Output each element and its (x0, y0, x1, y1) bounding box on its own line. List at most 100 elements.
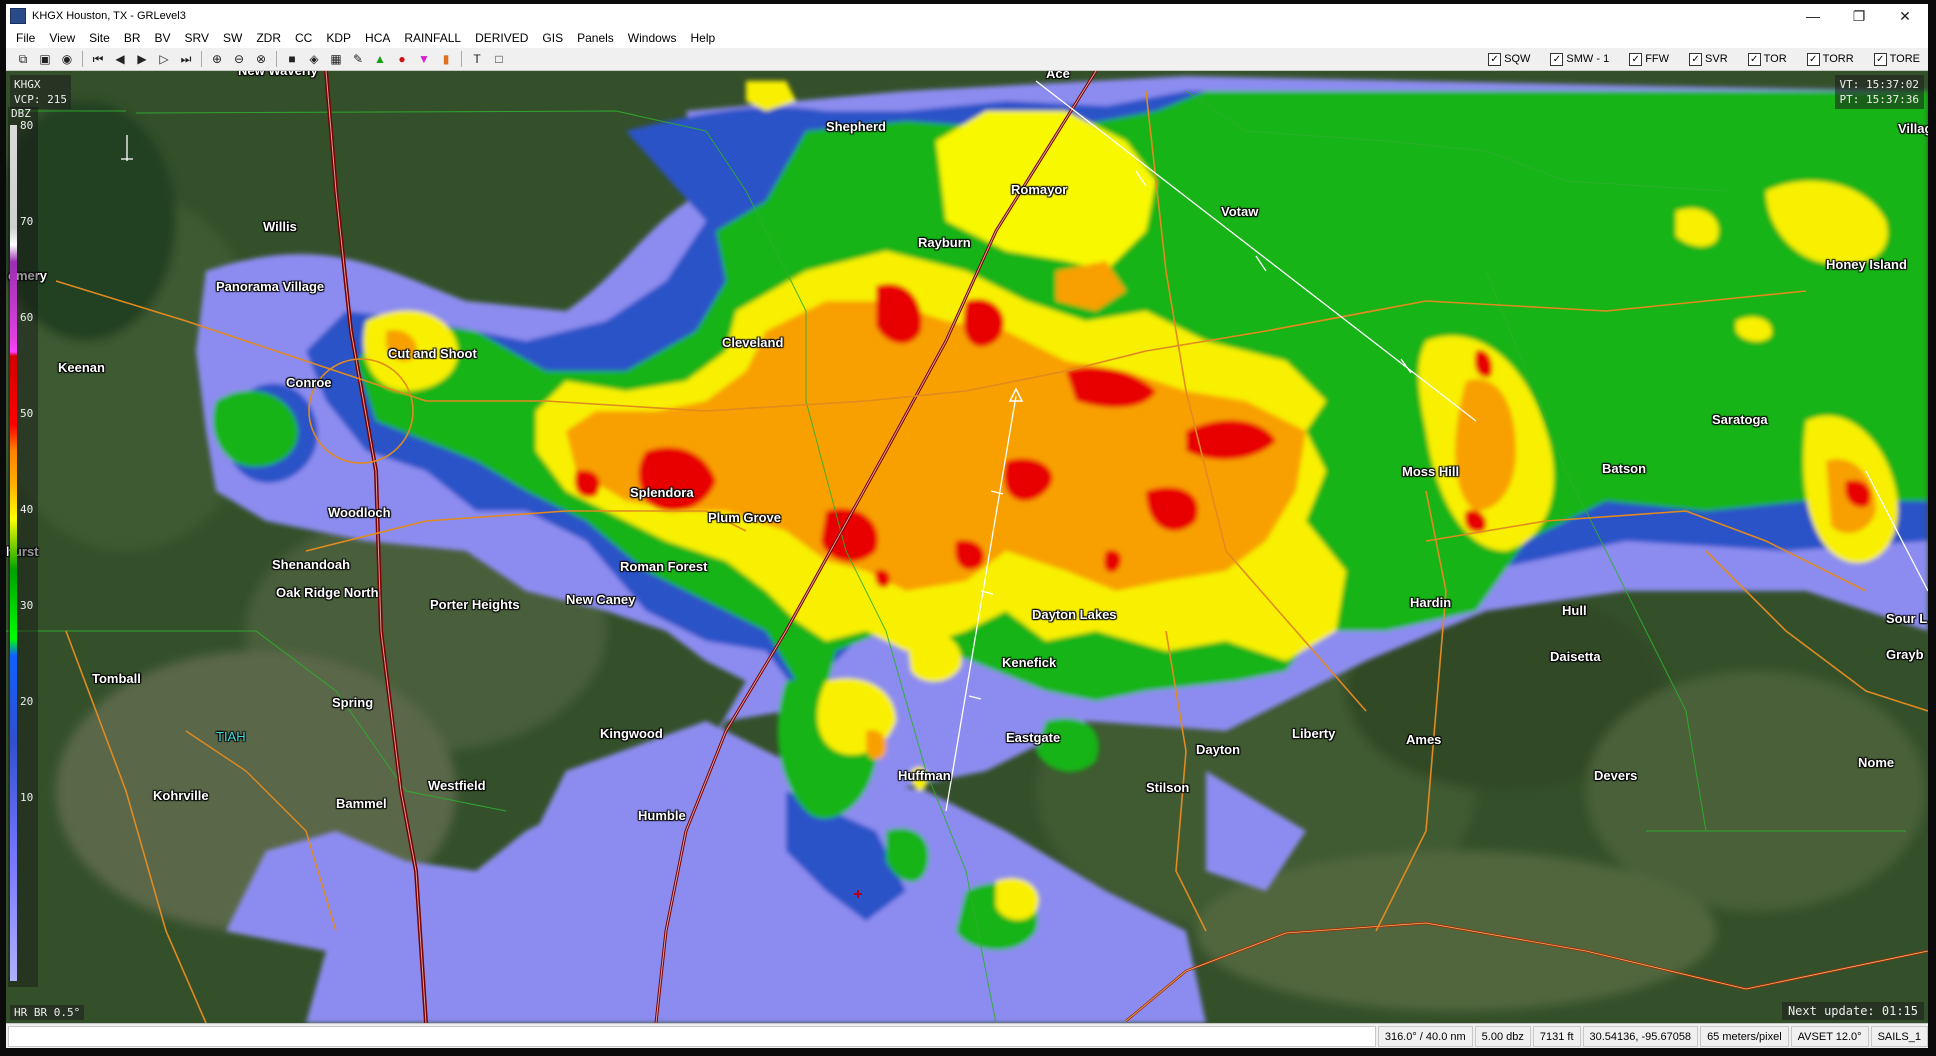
place-label-splendora: Splendora (630, 485, 694, 500)
place-label-willis: Willis (263, 219, 297, 234)
legend-tick: 30 (20, 599, 34, 612)
menu-br[interactable]: BR (118, 31, 149, 45)
toggle-sqw[interactable]: ✓ SQW (1488, 52, 1530, 66)
checkbox[interactable]: ✓ (1629, 52, 1643, 66)
first-frame-button[interactable]: ⏮ (88, 50, 108, 68)
checkbox[interactable]: ✓ (1873, 52, 1887, 66)
menu-zdr[interactable]: ZDR (250, 31, 289, 45)
menu-site[interactable]: Site (83, 31, 118, 45)
menu-cc[interactable]: CC (289, 31, 320, 45)
zoom-in-button[interactable]: ⊕ (207, 50, 227, 68)
legend-tick: 80 (20, 119, 34, 132)
paste-button[interactable]: ▣ (35, 50, 55, 68)
box-icon: □ (495, 52, 503, 66)
menu-sw[interactable]: SW (217, 31, 250, 45)
place-label-cut-and-shoot: Cut and Shoot (388, 346, 477, 361)
last-frame-button[interactable]: ⏭ (176, 50, 196, 68)
close-button[interactable]: ✕ (1882, 4, 1928, 28)
prev-frame-icon: ◀ (115, 52, 125, 66)
menu-view[interactable]: View (43, 31, 83, 45)
toggle-tor[interactable]: ✓ TOR (1747, 52, 1787, 66)
maximize-button[interactable]: ❐ (1836, 4, 1882, 28)
place-label-dayton: Dayton (1196, 742, 1241, 757)
menu-panels[interactable]: Panels (571, 31, 622, 45)
box-button[interactable]: □ (489, 50, 509, 68)
place-label-shepherd: Shepherd (826, 119, 886, 134)
zoom-out-button[interactable]: ⊖ (229, 50, 249, 68)
valid-time: VT: 15:37:02 (1839, 78, 1919, 91)
place-label-rayburn: Rayburn (918, 235, 971, 250)
zoom-out-icon: ⊖ (233, 52, 245, 66)
triangle-button[interactable]: ▲ (370, 50, 390, 68)
toggle-tore[interactable]: ✓ TORE (1873, 52, 1920, 66)
place-label-stilson: Stilson (1146, 780, 1190, 795)
menu-hca[interactable]: HCA (359, 31, 398, 45)
tool-buttons: ⧉ ▣ ◉ ⏮ ◀ ▶ ▷ ⏭ ⊕ ⊖ ⊗ ■ ◈ ▦ ✎ ▲ ● ▼ ▮ T □ (12, 50, 510, 68)
legend-tick: 50 (20, 407, 34, 420)
checkbox[interactable]: ✓ (1488, 52, 1502, 66)
minimize-button[interactable]: — (1790, 4, 1836, 28)
place-label-batson: Batson (1602, 461, 1647, 476)
place-label-westfield: Westfield (428, 778, 486, 793)
next-frame-button[interactable]: ▷ (154, 50, 174, 68)
menu-windows[interactable]: Windows (622, 31, 685, 45)
toolbar-separator (201, 51, 202, 67)
circle-button[interactable]: ● (392, 50, 412, 68)
prev-frame-button[interactable]: ◀ (110, 50, 130, 68)
place-label-spring: Spring (332, 695, 374, 710)
place-label-cleveland: Cleveland (722, 335, 784, 350)
toggle-ffw[interactable]: ✓ FFW (1629, 52, 1669, 66)
place-label-tomball: Tomball (92, 671, 141, 686)
toggle-torr[interactable]: ✓ TORR (1806, 52, 1854, 66)
place-label-oak-ridge-north: Oak Ridge North (276, 585, 379, 600)
radar-vcp: VCP: 215 (14, 93, 67, 106)
menu-help[interactable]: Help (684, 31, 723, 45)
window-controls: — ❐ ✕ (1790, 4, 1928, 28)
window-title: KHGX Houston, TX - GRLevel3 (32, 10, 186, 22)
menu-derived[interactable]: DERIVED (469, 31, 536, 45)
text-button[interactable]: T (467, 50, 487, 68)
storm-track-button[interactable]: ◈ (304, 50, 324, 68)
checkbox[interactable]: ✓ (1806, 52, 1820, 66)
menu-rainfall[interactable]: RAINFALL (398, 31, 469, 45)
radar-map[interactable]: New Waverly Ace Shepherd Willis Romayor Votaw… (6, 71, 1928, 1023)
place-label-sour-l: Sour L (1886, 611, 1928, 626)
menu-bv[interactable]: BV (149, 31, 179, 45)
down-triangle-button[interactable]: ▼ (414, 50, 434, 68)
color-table-button[interactable]: ◉ (57, 50, 77, 68)
status-azimuth: 316.0° / 40.0 nm (1377, 1026, 1473, 1047)
place-label-daisetta: Daisetta (1550, 649, 1601, 664)
play-button[interactable]: ▶ (132, 50, 152, 68)
copy-icon: ⧉ (18, 51, 28, 66)
status-sails: SAILS_1 (1870, 1026, 1928, 1047)
menu-gis[interactable]: GIS (536, 31, 571, 45)
menu-kdp[interactable]: KDP (320, 31, 359, 45)
place-label-porter-heights: Porter Heights (430, 597, 520, 612)
place-label-new-caney: New Caney (566, 592, 636, 607)
checkbox[interactable]: ✓ (1689, 52, 1703, 66)
checkbox[interactable]: ✓ (1747, 52, 1761, 66)
pen-button[interactable]: ✎ (348, 50, 368, 68)
zoom-in-icon: ⊕ (211, 52, 223, 66)
place-label-panorama-village: Panorama Village (216, 279, 325, 294)
menu-srv[interactable]: SRV (179, 31, 217, 45)
down-triangle-icon: ▼ (418, 52, 430, 66)
time-info: VT: 15:37:02 PT: 15:37:36 (1834, 75, 1924, 109)
place-label-humble: Humble (638, 808, 686, 823)
place-label-nome: Nome (1858, 755, 1895, 770)
marker-button[interactable]: ▮ (436, 50, 456, 68)
zoom-reset-button[interactable]: ⊗ (251, 50, 271, 68)
table-button[interactable]: ▦ (326, 50, 346, 68)
copy-button[interactable]: ⧉ (13, 50, 33, 68)
toggle-svr[interactable]: ✓ SVR (1689, 52, 1728, 66)
place-label-plum-grove: Plum Grove (708, 510, 781, 525)
menu-file[interactable]: File (10, 31, 43, 45)
checkbox[interactable]: ✓ (1550, 52, 1564, 66)
color-table-icon: ◉ (61, 52, 73, 66)
color-legend: DBZ 80 70 60 50 40 30 20 10 (8, 107, 38, 987)
place-label-moss-hill: Moss Hill (1402, 464, 1460, 479)
status-message (8, 1026, 1376, 1047)
place-label-votaw: Votaw (1221, 204, 1259, 219)
toggle-smw-1[interactable]: ✓ SMW - 1 (1550, 52, 1609, 66)
stop-button[interactable]: ■ (282, 50, 302, 68)
